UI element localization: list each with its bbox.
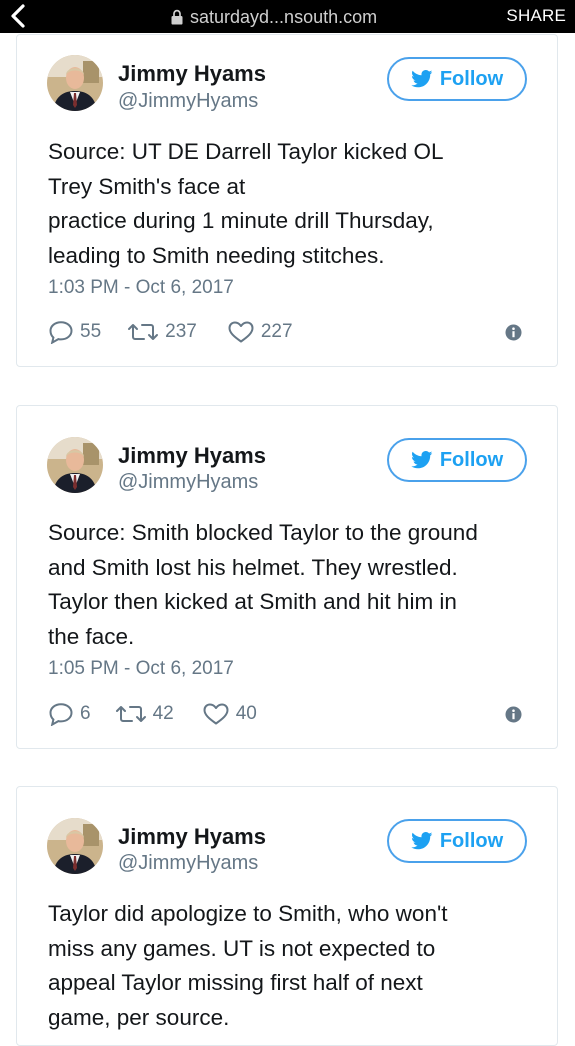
tweet-text-line: Taylor then kicked at Smith and hit him … xyxy=(48,589,457,614)
tweet-text-line: Taylor did apologize to Smith, who won't xyxy=(48,901,448,926)
avatar[interactable] xyxy=(47,437,103,493)
url-text: saturdayd...nsouth.com xyxy=(190,6,378,27)
tweet-text-line: Source: UT DE Darrell Taylor kicked OL xyxy=(48,139,444,164)
twitter-bird-icon xyxy=(411,832,433,850)
follow-button[interactable]: Follow xyxy=(387,438,527,482)
like-count: 227 xyxy=(260,321,293,342)
lock-icon xyxy=(171,9,183,25)
browser-toolbar: saturdayd...nsouth.com SHARE xyxy=(0,0,575,33)
tweet-text-line: appeal Taylor missing first half of next xyxy=(48,970,423,995)
tweet-text-line: game, per source. xyxy=(48,1004,230,1030)
tweet-card[interactable]: Jimmy Hyams @JimmyHyams Follow Source: U… xyxy=(16,34,558,367)
reply-button[interactable]: 6 xyxy=(48,702,91,726)
author-name[interactable]: Jimmy Hyams xyxy=(118,443,266,469)
tweet-text-line: Source: Smith blocked Taylor to the grou… xyxy=(48,520,478,545)
tweet-actions: 55 237 227 xyxy=(48,317,293,347)
reply-count: 55 xyxy=(80,321,102,342)
tweet-text-line: and Smith lost his helmet. They wrestled… xyxy=(48,554,458,580)
retweet-icon xyxy=(128,324,159,340)
retweet-icon xyxy=(115,706,146,722)
tweet-text-line: Trey Smith's face at xyxy=(48,173,246,199)
author-name[interactable]: Jimmy Hyams xyxy=(118,824,266,850)
tweet-text-line: practice during 1 minute drill Thursday, xyxy=(48,208,434,233)
reply-button[interactable]: 55 xyxy=(48,320,101,344)
avatar[interactable] xyxy=(47,55,103,111)
heart-icon xyxy=(228,321,254,343)
retweet-count: 237 xyxy=(165,321,197,342)
retweet-button[interactable]: 237 xyxy=(127,320,197,344)
twitter-bird-icon xyxy=(411,70,433,88)
share-button[interactable]: SHARE xyxy=(506,6,566,26)
tweet-text: Taylor did apologize to Smith, who won't… xyxy=(48,897,548,1035)
tweet-text-line: leading to Smith needing stitches. xyxy=(48,242,385,268)
tweet-timestamp[interactable]: 1:05 PM - Oct 6, 2017 xyxy=(48,658,234,680)
reply-icon xyxy=(49,321,73,344)
follow-label: Follow xyxy=(439,448,504,471)
retweet-button[interactable]: 42 xyxy=(115,702,174,726)
info-icon[interactable] xyxy=(505,706,522,723)
like-button[interactable]: 40 xyxy=(202,702,257,726)
follow-button[interactable]: Follow xyxy=(387,57,527,101)
twitter-bird-icon xyxy=(411,451,433,469)
retweet-count: 42 xyxy=(152,703,174,724)
follow-label: Follow xyxy=(439,829,504,852)
like-button[interactable]: 227 xyxy=(227,320,293,344)
tweet-card[interactable]: Jimmy Hyams @JimmyHyams Follow Source: S… xyxy=(16,405,558,749)
reply-count: 6 xyxy=(80,703,91,724)
avatar[interactable] xyxy=(47,818,103,874)
author-name[interactable]: Jimmy Hyams xyxy=(118,61,266,87)
author-handle[interactable]: @JimmyHyams xyxy=(118,471,258,494)
author-handle[interactable]: @JimmyHyams xyxy=(118,90,258,113)
address-bar[interactable]: saturdayd...nsouth.com xyxy=(170,6,377,28)
tweet-text-line: the face. xyxy=(48,623,135,649)
back-chevron-icon[interactable] xyxy=(6,3,30,29)
tweet-text: Source: Smith blocked Taylor to the grou… xyxy=(48,516,548,654)
tweet-text-line: miss any games. UT is not expected to xyxy=(48,935,436,961)
follow-label: Follow xyxy=(439,67,504,90)
like-count: 40 xyxy=(235,703,257,724)
tweet-timestamp[interactable]: 1:03 PM - Oct 6, 2017 xyxy=(48,277,234,299)
tweet-actions: 6 42 40 xyxy=(48,699,257,729)
follow-button[interactable]: Follow xyxy=(387,819,527,863)
heart-icon xyxy=(203,703,229,725)
tweet-text: Source: UT DE Darrell Taylor kicked OL T… xyxy=(48,135,548,273)
info-icon[interactable] xyxy=(505,324,522,341)
reply-icon xyxy=(49,703,73,726)
tweet-card[interactable]: Jimmy Hyams @JimmyHyams Follow Taylor di… xyxy=(16,786,558,1046)
author-handle[interactable]: @JimmyHyams xyxy=(118,852,258,875)
